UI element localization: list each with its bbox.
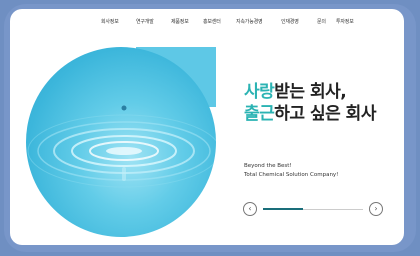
subtitle-line-1: Beyond the Best! — [244, 163, 292, 169]
website-page: 회사정보 연구개발 제품정보 홍보센터 지속가능경영 인재경영 문의 투자정보 … — [10, 9, 404, 245]
headline-line-2: 출근하고 싶은 회사 — [244, 103, 376, 125]
headline-line-1: 사랑받는 회사, — [244, 81, 376, 103]
slider-progress-track — [263, 208, 363, 210]
water-ripple-graphic — [27, 105, 216, 188]
nav-item-research[interactable]: 연구개발 — [136, 18, 154, 25]
nav-item-contact[interactable]: 문의 — [317, 18, 326, 25]
nav-item-company[interactable]: 회사정보 — [101, 18, 119, 25]
hero-subtitle: Beyond the Best! Total Chemical Solution… — [244, 162, 338, 180]
chevron-left-icon: ‹ — [248, 204, 252, 213]
nav-item-sustainability[interactable]: 지속가능경영 — [236, 18, 263, 25]
nav-item-hr[interactable]: 인재경영 — [281, 18, 299, 25]
slider-prev-button[interactable]: ‹ — [243, 202, 257, 216]
headline-rest-2: 하고 싶은 회사 — [274, 104, 376, 124]
water-droplet — [121, 105, 127, 111]
top-navigation: 회사정보 연구개발 제품정보 홍보센터 지속가능경영 인재경영 문의 투자정보 — [10, 18, 404, 30]
headline-accent-1: 사랑 — [244, 82, 275, 102]
headline-accent-2: 출근 — [244, 104, 275, 124]
headline-rest-1: 받는 회사, — [274, 82, 347, 102]
nav-item-investor[interactable]: 투자정보 — [336, 18, 354, 25]
hero-headline: 사랑받는 회사, 출근하고 싶은 회사 — [244, 81, 376, 125]
hero-water-image — [26, 47, 216, 237]
slider-progress-fill — [263, 208, 303, 210]
subtitle-line-2: Total Chemical Solution Company! — [244, 172, 339, 178]
nav-item-pr[interactable]: 홍보센터 — [203, 18, 221, 25]
hero-slider-controls: ‹ › — [243, 202, 393, 222]
slider-next-button[interactable]: › — [369, 202, 383, 216]
chevron-right-icon: › — [374, 204, 378, 213]
nav-item-products[interactable]: 제품정보 — [171, 18, 189, 25]
